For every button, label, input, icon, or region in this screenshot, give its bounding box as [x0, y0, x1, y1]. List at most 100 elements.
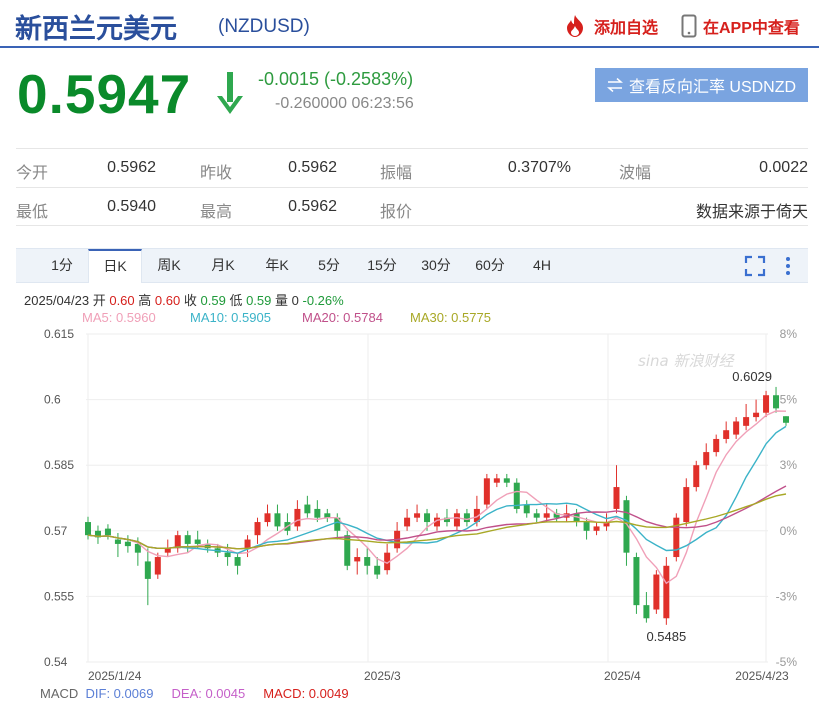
tab-daily[interactable]: 日K [88, 249, 142, 283]
change-time: -0.260000 06:23:56 [275, 95, 414, 112]
data-source-text: 数据来源于倚天 [695, 204, 808, 221]
stat-value: 0.5962 [288, 159, 337, 176]
volume-value: 0 [291, 293, 299, 308]
candle-body [274, 513, 281, 527]
candle-body [643, 605, 650, 619]
pct-tick-label: -5% [776, 655, 798, 669]
high-value: 0.60 [154, 293, 181, 308]
candle-body [613, 487, 620, 509]
x-tick-label: 2025/4 [604, 669, 641, 683]
candle-body [104, 528, 111, 536]
candle-body [414, 513, 421, 518]
candle-body [583, 522, 590, 531]
stats-row: 最低 0.5940 最高 0.5962 报价 数据来源于倚天 [16, 187, 808, 226]
y-tick-label: 0.54 [44, 655, 68, 669]
candle-body [733, 421, 740, 435]
fullscreen-icon[interactable] [744, 255, 766, 277]
candle-body [753, 412, 760, 418]
max-price-label: 0.6029 [732, 369, 772, 384]
tab-1min[interactable]: 1分 [42, 249, 82, 282]
candle-body [254, 522, 261, 536]
pct-tick-label: 5% [780, 393, 798, 407]
candlestick-chart[interactable]: 0.615 0.6 0.585 0.57 0.555 0.54 8% 5% 3% 0% -3% -5%… [0, 326, 819, 686]
candle-body [424, 513, 431, 523]
candle-body [743, 417, 750, 426]
ma30-legend: MA30: 0.5775 [410, 310, 491, 325]
macd-title: MACD [40, 686, 79, 701]
candle-body [723, 430, 730, 439]
macd-value: MACD: 0.0049 [263, 686, 349, 701]
more-options-icon[interactable] [781, 255, 795, 277]
tab-60min[interactable]: 60分 [468, 249, 512, 282]
last-price: 0.5947 [17, 63, 192, 125]
candle-body [693, 465, 700, 488]
reverse-rate-button[interactable]: 查看反向汇率 USDNZD [595, 68, 808, 102]
candle-body [683, 487, 690, 523]
tab-monthly[interactable]: 月K [202, 249, 244, 282]
ma10-line [87, 425, 787, 554]
candle-body [493, 478, 500, 483]
candle-body [653, 574, 660, 610]
add-watchlist-label: 添加自选 [594, 20, 659, 37]
candle-body [523, 504, 530, 514]
y-tick-label: 0.57 [44, 524, 68, 538]
candle-body [463, 513, 470, 523]
candle-body [294, 508, 301, 527]
ma20-legend: MA20: 0.5784 [302, 310, 383, 325]
view-in-app-label: 在APP中查看 [703, 20, 800, 37]
candle-body [85, 522, 91, 536]
tab-30min[interactable]: 30分 [414, 249, 458, 282]
candle-body [264, 513, 271, 523]
stat-label: 昨收 [200, 165, 233, 182]
swap-icon [606, 78, 623, 92]
low-label: 低 [229, 293, 243, 308]
candle-body [184, 535, 191, 544]
high-label: 高 [138, 293, 152, 308]
tab-4h[interactable]: 4H [524, 249, 560, 282]
reverse-rate-label: 查看反向汇率 USDNZD [628, 79, 797, 96]
tab-yearly[interactable]: 年K [256, 249, 298, 282]
pct-tick-label: 3% [780, 458, 798, 472]
candle-body [763, 395, 770, 413]
stat-label: 最低 [16, 204, 49, 221]
y-tick-label: 0.585 [44, 458, 74, 472]
stat-label: 今开 [16, 165, 49, 182]
tab-15min[interactable]: 15分 [360, 249, 404, 282]
candle-body [783, 416, 789, 423]
bar-info: 2025/04/23 开 0.60 高 0.60 收 0.59 低 0.59 量… [24, 290, 344, 309]
phone-icon [681, 14, 697, 38]
page-header: 新西兰元美元 (NZDUSD) 添加自选 在APP中查看 [0, 0, 819, 48]
view-in-app-button[interactable]: 在APP中查看 [681, 14, 800, 38]
candle-body [154, 557, 161, 575]
candle-body [364, 557, 371, 566]
bar-date: 2025/04/23 [24, 293, 90, 308]
candle-body [374, 565, 381, 575]
candle-body [503, 478, 510, 483]
stat-label: 波幅 [619, 165, 652, 182]
x-tick-label: 2025/4/23 [735, 669, 789, 683]
bar-change: -0.26% [302, 293, 344, 308]
open-label: 开 [92, 293, 106, 308]
candle-body [633, 557, 640, 606]
candle-body [673, 517, 680, 558]
candle-body [244, 539, 251, 549]
stat-label: 最高 [200, 204, 233, 221]
open-value: 0.60 [109, 293, 135, 308]
add-watchlist-button[interactable]: 添加自选 [562, 14, 658, 38]
x-tick-label: 2025/3 [364, 669, 401, 683]
macd-dif: DIF: 0.0069 [85, 686, 154, 701]
candle-body [593, 526, 600, 531]
y-tick-label: 0.6 [44, 393, 61, 407]
arrow-down-icon [217, 72, 243, 114]
stat-label: 振幅 [380, 165, 413, 182]
candle-body [703, 452, 710, 466]
candle-body [543, 513, 550, 518]
pct-tick-label: 0% [780, 524, 798, 538]
ma5-legend: MA5: 0.5960 [82, 310, 156, 325]
stats-row: 今开 0.5962 昨收 0.5962 振幅 0.3707% 波幅 0.0022 [16, 148, 808, 187]
tab-5min[interactable]: 5分 [310, 249, 348, 282]
price-change: -0.0015 (-0.2583%) [258, 69, 414, 89]
period-tabs: 1分 日K 周K 月K 年K 5分 15分 30分 60分 4H [16, 248, 808, 283]
candle-body [194, 539, 201, 544]
tab-weekly[interactable]: 周K [148, 249, 190, 282]
